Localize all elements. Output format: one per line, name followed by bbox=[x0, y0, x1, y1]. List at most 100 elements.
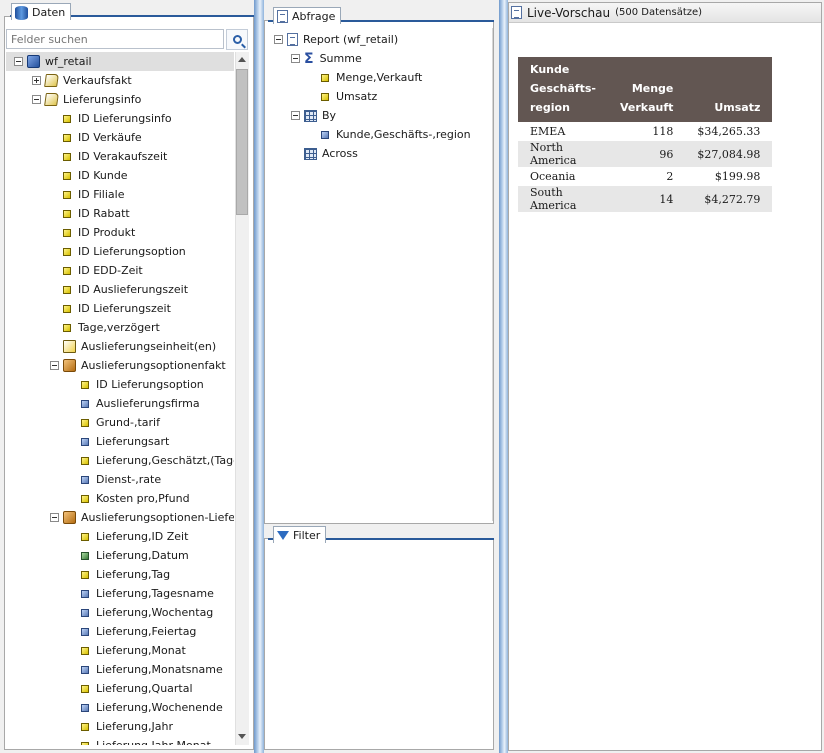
query-tree-item[interactable]: By bbox=[274, 106, 336, 125]
tree-item-label: Lieferung,Monatsname bbox=[96, 663, 223, 676]
query-tree-item[interactable]: Kunde,Geschäfts-,region bbox=[274, 125, 471, 144]
collapse-minus-icon[interactable] bbox=[50, 361, 59, 370]
collapse-minus-icon[interactable] bbox=[291, 111, 300, 120]
tree-item[interactable]: Lieferung,Tag bbox=[6, 565, 234, 584]
tree-item-label: Lieferung,Wochentag bbox=[96, 606, 214, 619]
scroll-up-arrow-icon[interactable] bbox=[238, 57, 246, 62]
tree-item[interactable]: Lieferung,Wochentag bbox=[6, 603, 234, 622]
query-tree-item-label: Across bbox=[322, 147, 358, 160]
tree-item[interactable]: ID Verkäufe bbox=[6, 128, 234, 147]
filter-tab[interactable]: Filter bbox=[273, 526, 327, 543]
dimension-field-icon bbox=[81, 380, 89, 389]
tree-item-label: Auslieferungsfirma bbox=[96, 397, 200, 410]
query-tree-item[interactable]: Umsatz bbox=[274, 87, 377, 106]
splitter-left[interactable] bbox=[254, 0, 264, 753]
query-tree-item[interactable]: Menge,Verkauft bbox=[274, 68, 422, 87]
tree-item[interactable]: ID Filiale bbox=[6, 185, 234, 204]
tree-item[interactable]: Lieferung,Tagesname bbox=[6, 584, 234, 603]
tree-item[interactable]: Kosten pro,Pfund bbox=[6, 489, 234, 508]
tree-item-label: Grund-,tarif bbox=[96, 416, 160, 429]
tree-item-label: Lieferungsart bbox=[96, 435, 170, 448]
tree-item[interactable]: ID Lieferungsinfo bbox=[6, 109, 234, 128]
tree-item[interactable]: Lieferung,Jahr bbox=[6, 717, 234, 736]
data-field-tree[interactable]: wf_retail Verkaufsfakt Lieferungsinfo ID Li… bbox=[6, 52, 234, 745]
tree-item[interactable]: ID Lieferungsoption bbox=[6, 242, 234, 261]
tree-item[interactable]: Lieferung,Feiertag bbox=[6, 622, 234, 641]
tree-item[interactable]: Dienst-,rate bbox=[6, 470, 234, 489]
query-tree-item[interactable]: Report (wf_retail) bbox=[274, 30, 398, 49]
cell-qty: 2 bbox=[666, 170, 674, 183]
text-field-icon bbox=[321, 130, 329, 139]
scroll-down-arrow-icon[interactable] bbox=[238, 734, 246, 739]
tree-item[interactable]: Lieferung,ID Zeit bbox=[6, 527, 234, 546]
date-field-icon bbox=[81, 551, 89, 560]
tree-item[interactable]: Lieferungsinfo bbox=[6, 90, 234, 109]
text-field-icon bbox=[81, 475, 89, 484]
tree-item[interactable]: Tage,verzögert bbox=[6, 318, 234, 337]
tree-scrollbar-thumb[interactable] bbox=[236, 69, 248, 215]
text-field-icon bbox=[81, 608, 89, 617]
tree-item[interactable]: Auslieferungsoptionenfakt bbox=[6, 356, 234, 375]
col-header-region[interactable]: Kunde Geschäfts- region bbox=[518, 57, 608, 122]
tree-item[interactable]: Auslieferungsfirma bbox=[6, 394, 234, 413]
tree-item[interactable]: Auslieferungsoptionen-Lieferz bbox=[6, 508, 234, 527]
preview-header-row: Kunde Geschäfts- region Menge Verkauft U… bbox=[518, 57, 773, 122]
tree-item-label: Auslieferungseinheit(en) bbox=[81, 340, 217, 353]
cell-qty: 118 bbox=[652, 125, 674, 138]
query-tree-item[interactable]: Σ Summe bbox=[274, 49, 362, 68]
tree-item[interactable]: Lieferung,Quartal bbox=[6, 679, 234, 698]
filter-panel bbox=[264, 538, 494, 750]
tree-item[interactable]: Lieferung,Jahr,Monat bbox=[6, 736, 234, 745]
query-tree-item[interactable]: Across bbox=[274, 144, 358, 163]
tree-item[interactable]: Lieferung,Wochenende bbox=[6, 698, 234, 717]
tree-item[interactable]: ID Verakaufszeit bbox=[6, 147, 234, 166]
dimension-field-icon bbox=[81, 741, 89, 745]
tree-item[interactable]: ID Kunde bbox=[6, 166, 234, 185]
tree-item-label: Lieferung,Datum bbox=[96, 549, 189, 562]
collapse-minus-icon[interactable] bbox=[32, 95, 41, 104]
collapse-minus-icon[interactable] bbox=[274, 35, 283, 44]
collapse-minus-icon[interactable] bbox=[14, 57, 23, 66]
col-header-qty[interactable]: Menge Verkauft bbox=[607, 57, 686, 122]
collapse-minus-icon[interactable] bbox=[50, 513, 59, 522]
tree-item[interactable]: ID Produkt bbox=[6, 223, 234, 242]
linked-folder-icon bbox=[44, 74, 59, 87]
col-header-qty-line-2: Verkauft bbox=[619, 101, 674, 114]
query-tree[interactable]: Report (wf_retail) Σ Summe Menge,Verkauft Um… bbox=[274, 30, 488, 170]
tree-item[interactable]: Lieferungsart bbox=[6, 432, 234, 451]
field-search-input[interactable] bbox=[6, 29, 224, 49]
tree-item[interactable]: ID Lieferungszeit bbox=[6, 299, 234, 318]
splitter-right[interactable] bbox=[499, 0, 508, 753]
daten-tab[interactable]: Daten bbox=[11, 3, 72, 20]
tree-item[interactable]: Lieferung,Geschätzt,(Tage bbox=[6, 451, 234, 470]
tree-item[interactable]: Lieferung,Datum bbox=[6, 546, 234, 565]
tree-item[interactable]: Grund-,tarif bbox=[6, 413, 234, 432]
expand-plus-icon[interactable] bbox=[32, 76, 41, 85]
tree-item[interactable]: ID Auslieferungszeit bbox=[6, 280, 234, 299]
table-row: North America 96 $27,084.98 bbox=[518, 141, 773, 167]
dimension-field-icon bbox=[63, 304, 71, 313]
preview-page-icon bbox=[511, 6, 522, 19]
dimension-field-icon bbox=[63, 152, 71, 161]
search-icon bbox=[232, 35, 242, 44]
dimension-field-icon bbox=[63, 247, 71, 256]
abfrage-tab-label: Abfrage bbox=[292, 10, 336, 23]
tree-item[interactable]: ID EDD-Zeit bbox=[6, 261, 234, 280]
tree-item[interactable]: ID Lieferungsoption bbox=[6, 375, 234, 394]
tree-item-label: Auslieferungsoptionenfakt bbox=[81, 359, 226, 372]
dimension-field-icon bbox=[63, 209, 71, 218]
search-button[interactable] bbox=[226, 29, 248, 50]
abfrage-tab[interactable]: Abfrage bbox=[273, 7, 342, 24]
col-header-revenue[interactable]: Umsatz bbox=[685, 57, 773, 122]
tree-item-label: Lieferung,Tag bbox=[96, 568, 171, 581]
table-row: South America 14 $4,272.79 bbox=[518, 186, 773, 212]
tree-item-label: ID Produkt bbox=[78, 226, 136, 239]
tree-item[interactable]: Auslieferungseinheit(en) bbox=[6, 337, 234, 356]
tree-item[interactable]: Verkaufsfakt bbox=[6, 71, 234, 90]
tree-item[interactable]: ID Rabatt bbox=[6, 204, 234, 223]
tree-item[interactable]: Lieferung,Monatsname bbox=[6, 660, 234, 679]
tree-item[interactable]: Lieferung,Monat bbox=[6, 641, 234, 660]
collapse-minus-icon[interactable] bbox=[291, 54, 300, 63]
cube-icon bbox=[63, 511, 76, 524]
tree-item[interactable]: wf_retail bbox=[6, 52, 234, 71]
